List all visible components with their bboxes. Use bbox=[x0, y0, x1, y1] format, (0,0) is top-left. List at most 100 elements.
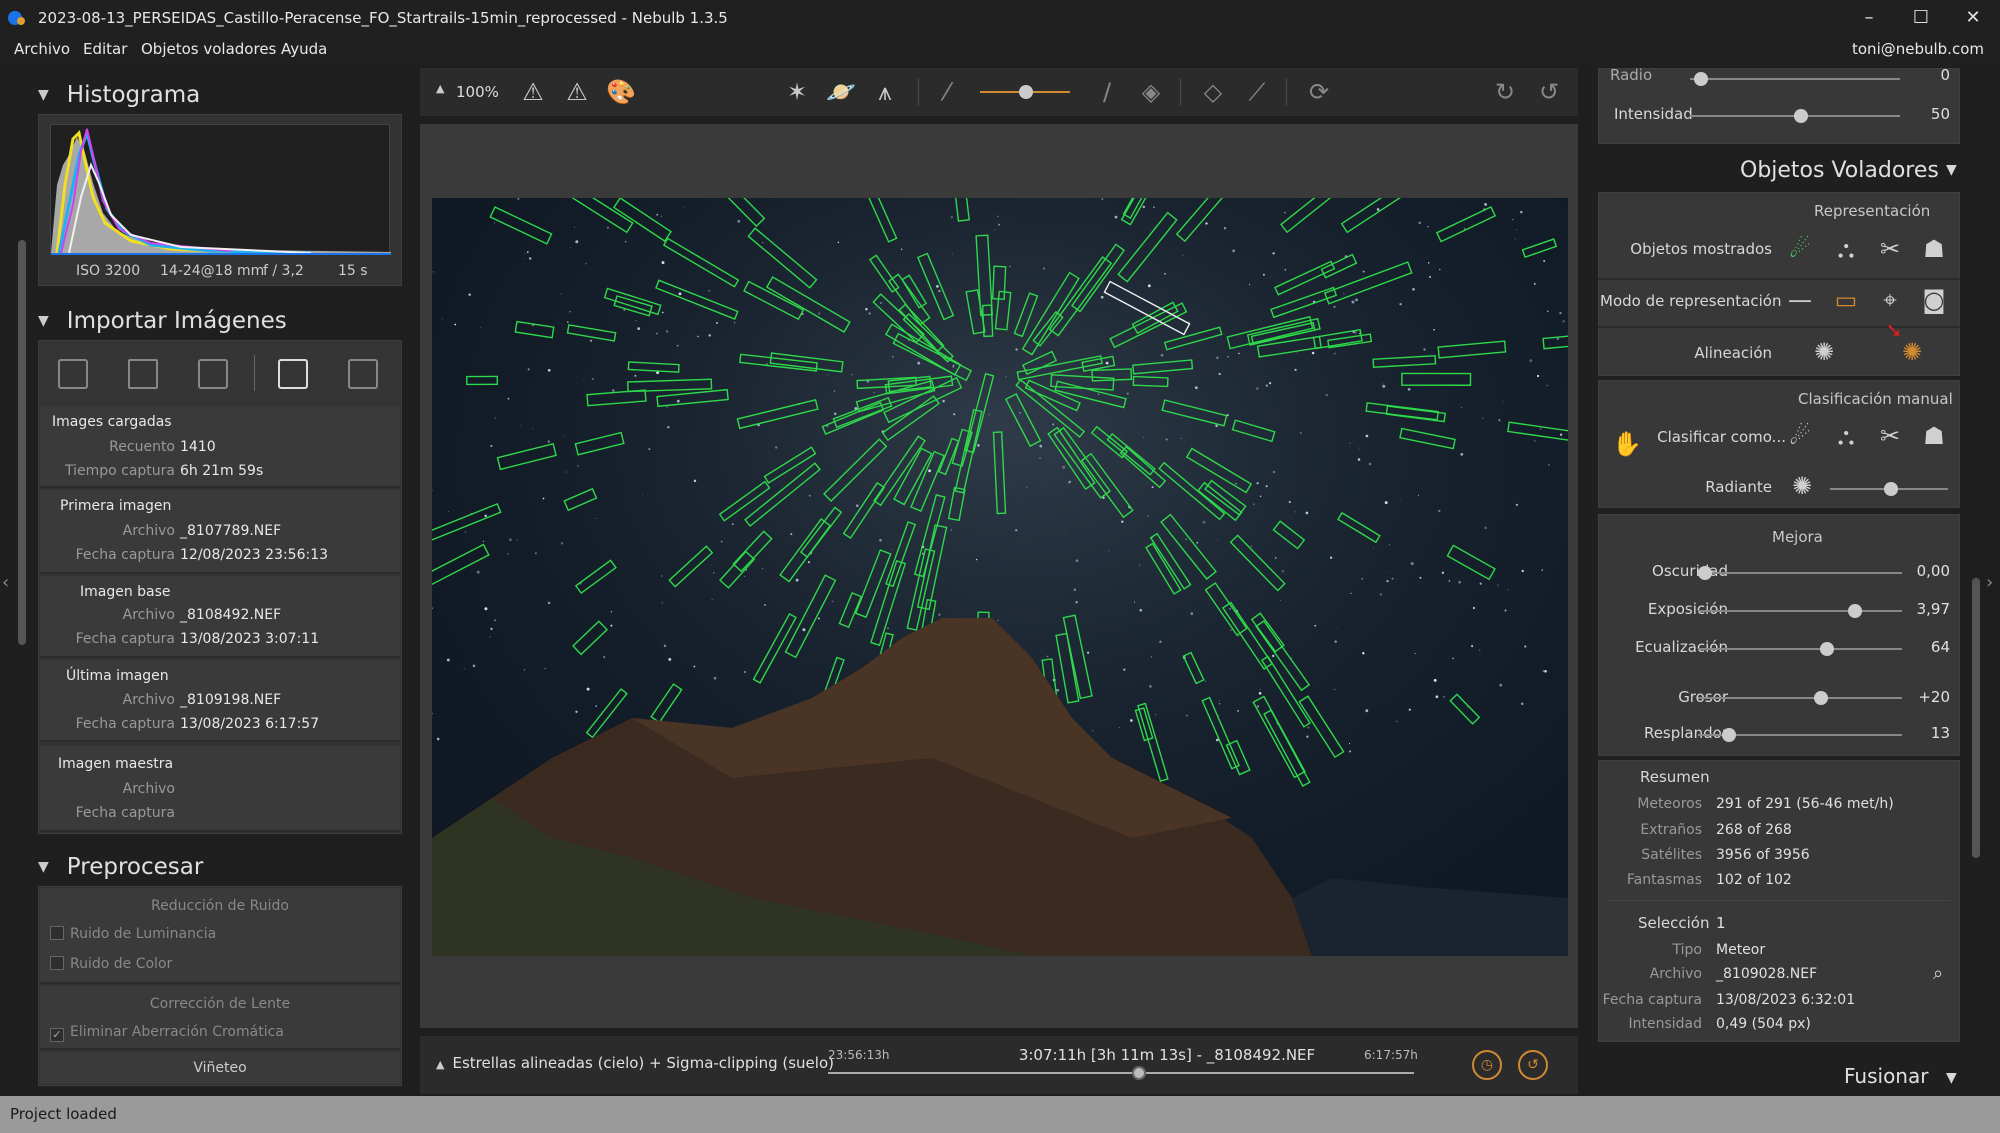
menu-objetos-voladores[interactable]: Objetos voladores bbox=[141, 40, 276, 58]
collapse-right-icon[interactable]: › bbox=[1986, 572, 1993, 593]
render-mode-label: Modo de representación bbox=[1600, 292, 1782, 310]
clock-icon[interactable]: ◷ bbox=[1472, 1050, 1502, 1080]
brush-icon[interactable]: ∕ bbox=[1090, 78, 1124, 106]
glow-knob[interactable] bbox=[1722, 728, 1736, 742]
thickness-slider[interactable] bbox=[1698, 691, 1902, 705]
eraser-icon[interactable]: ◇ bbox=[1196, 78, 1230, 106]
intensity-label: Intensidad bbox=[1614, 105, 1693, 123]
bucket-icon[interactable]: ◈ bbox=[1134, 78, 1168, 106]
refresh-icon[interactable]: ⟳ bbox=[1302, 78, 1336, 106]
camera-mode-icon[interactable]: ◙ bbox=[1920, 286, 1948, 314]
fuse-title[interactable]: Fusionar bbox=[1844, 1064, 1928, 1088]
toolbar-separator bbox=[918, 78, 919, 106]
import-header[interactable]: ▼ Importar Imágenes bbox=[38, 308, 287, 334]
tower-icon[interactable]: ⩚ bbox=[868, 78, 902, 106]
exposure-knob[interactable] bbox=[1848, 604, 1862, 618]
exposure-slider[interactable] bbox=[1698, 604, 1902, 618]
darkness-knob[interactable] bbox=[1698, 566, 1712, 580]
equalization-knob[interactable] bbox=[1820, 642, 1834, 656]
luminance-noise-checkbox[interactable]: Ruido de Luminancia bbox=[50, 926, 216, 942]
intensity-slider[interactable] bbox=[1690, 109, 1900, 123]
divider bbox=[1608, 900, 1950, 901]
equalization-label: Ecualización bbox=[1635, 638, 1728, 656]
toolbar-separator bbox=[1180, 78, 1181, 106]
collapse-left-icon[interactable]: ‹ bbox=[2, 572, 9, 593]
satellite-filter-icon[interactable]: ✂ bbox=[1876, 235, 1904, 263]
strange-label: Extraños bbox=[1640, 822, 1702, 838]
selection-intensity: 0,49 (504 px) bbox=[1716, 1016, 1811, 1032]
box-mode-icon[interactable]: ▭ bbox=[1832, 286, 1860, 314]
images-loaded-title: Images cargadas bbox=[52, 414, 172, 430]
glow-slider[interactable] bbox=[1698, 728, 1902, 742]
color-noise-checkbox[interactable]: Ruido de Color bbox=[50, 956, 172, 972]
redo-icon[interactable]: ↻ bbox=[1488, 78, 1522, 106]
close-button[interactable]: ✕ bbox=[1950, 4, 1996, 32]
collapse-triangle-icon[interactable]: ▼ bbox=[1946, 162, 1957, 178]
histogram-header[interactable]: ▼ Histograma bbox=[38, 82, 200, 108]
radio-slider[interactable] bbox=[1690, 72, 1900, 86]
thickness-knob[interactable] bbox=[1814, 691, 1828, 705]
vignette-block[interactable]: Viñeteo bbox=[40, 1052, 400, 1084]
ghost-filter-icon[interactable]: ☗ bbox=[1920, 235, 1948, 263]
import-master-image-icon[interactable] bbox=[278, 359, 308, 389]
radiant-slider[interactable] bbox=[1830, 482, 1948, 496]
radiant-align-icon[interactable]: ✺ bbox=[1810, 338, 1838, 366]
clock-history-icon[interactable]: ↺ bbox=[1518, 1050, 1548, 1080]
ufo-filter-icon[interactable]: ⛬ bbox=[1832, 235, 1860, 263]
equalization-slider[interactable] bbox=[1698, 642, 1902, 656]
import-images-icon[interactable] bbox=[58, 359, 88, 389]
timeline-knob[interactable] bbox=[1132, 1066, 1146, 1080]
classify-satellite-icon[interactable]: ✂ bbox=[1876, 422, 1904, 450]
menu-editar[interactable]: Editar bbox=[83, 40, 127, 58]
collapse-triangle-icon: ▼ bbox=[38, 313, 49, 329]
classify-ufo-icon[interactable]: ⛬ bbox=[1832, 422, 1860, 450]
right-scrollbar[interactable] bbox=[1972, 578, 1980, 858]
lens-correction-title: Corrección de Lente bbox=[149, 996, 291, 1012]
collapse-triangle-icon[interactable]: ▼ bbox=[1946, 1070, 1957, 1086]
timeline-track[interactable] bbox=[828, 1072, 1414, 1074]
intensity-knob[interactable] bbox=[1794, 109, 1808, 123]
radiant-knob[interactable] bbox=[1884, 482, 1898, 496]
user-account[interactable]: toni@nebulb.com bbox=[1852, 40, 1984, 58]
meteor-filter-icon[interactable]: ☄ bbox=[1786, 235, 1814, 263]
capture-time-label: Tiempo captura bbox=[64, 463, 175, 479]
menu-archivo[interactable]: Archivo bbox=[14, 40, 70, 58]
classify-meteor-icon[interactable]: ☄ bbox=[1786, 422, 1814, 450]
radio-value: 0 bbox=[1940, 66, 1950, 84]
darkness-slider[interactable] bbox=[1698, 566, 1902, 580]
zoom-stepper-icon[interactable]: ▲ bbox=[436, 82, 444, 95]
chromatic-aberration-checkbox[interactable]: ✓ Eliminar Aberración Cromática bbox=[50, 1024, 284, 1042]
toolbar-separator bbox=[254, 355, 255, 391]
classify-ghost-icon[interactable]: ☗ bbox=[1920, 422, 1948, 450]
warning-filled-icon[interactable]: ⚠ bbox=[560, 78, 594, 106]
images-loaded-block: Images cargadas Recuento 1410 Tiempo cap… bbox=[40, 406, 400, 488]
undo-icon[interactable]: ↺ bbox=[1532, 78, 1566, 106]
crosshair-mode-icon[interactable]: ⌖ bbox=[1876, 286, 1904, 314]
broom-icon[interactable]: ⟋ bbox=[1240, 78, 1274, 106]
meteors-icon[interactable]: ✶ bbox=[780, 78, 814, 106]
magnifier-icon[interactable]: ⌕ bbox=[1924, 960, 1952, 988]
flying-objects-title[interactable]: Objetos Voladores bbox=[1740, 158, 1939, 183]
palette-icon[interactable]: 🎨 bbox=[604, 78, 638, 106]
line-mode-icon[interactable]: — bbox=[1786, 286, 1814, 314]
left-scrollbar[interactable] bbox=[18, 240, 26, 645]
radio-knob[interactable] bbox=[1694, 72, 1708, 86]
brush-size-knob[interactable] bbox=[1019, 85, 1033, 99]
file-label: Archivo bbox=[1649, 966, 1702, 982]
import-toolbar bbox=[40, 345, 400, 401]
preprocess-header[interactable]: ▼ Preprocesar bbox=[38, 854, 203, 880]
menu-ayuda[interactable]: Ayuda bbox=[281, 40, 327, 58]
import-folder-icon[interactable] bbox=[128, 359, 158, 389]
ghosts-value: 102 of 102 bbox=[1716, 872, 1792, 888]
minimize-button[interactable]: – bbox=[1846, 4, 1892, 32]
import-clipboard-icon[interactable] bbox=[198, 359, 228, 389]
warning-outline-icon[interactable]: ⚠ bbox=[516, 78, 550, 106]
magic-wand-icon[interactable]: ⁄ bbox=[930, 78, 964, 106]
stack-mode-selector[interactable]: ▲ Estrellas alineadas (cielo) + Sigma-cli… bbox=[436, 1054, 834, 1072]
zoom-level[interactable]: 100% bbox=[456, 83, 499, 101]
startrails-photo[interactable] bbox=[432, 198, 1568, 956]
planet-icon[interactable]: 🪐 bbox=[824, 78, 858, 106]
radiant-icon[interactable]: ✺ bbox=[1788, 472, 1816, 500]
maximize-button[interactable]: ☐ bbox=[1898, 4, 1944, 32]
import-paste-icon[interactable] bbox=[348, 359, 378, 389]
